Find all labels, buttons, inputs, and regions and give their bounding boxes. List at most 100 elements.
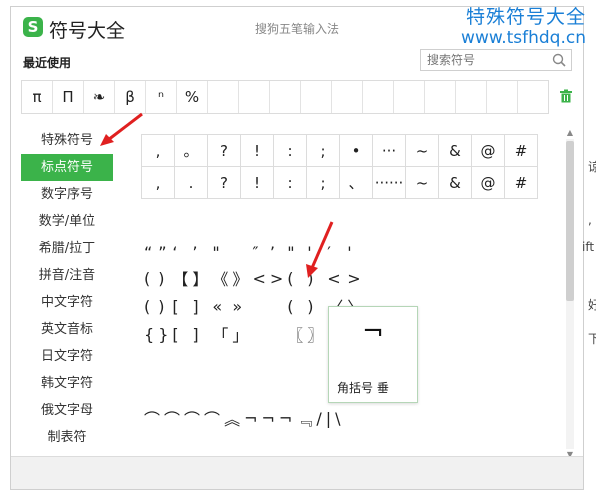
symbol-cell[interactable]: [ bbox=[171, 321, 189, 347]
symbol-cell[interactable]: 、 bbox=[339, 166, 373, 199]
symbol-cell[interactable]: » bbox=[231, 293, 249, 319]
symbol-cell[interactable]: , bbox=[141, 134, 175, 167]
symbol-cell[interactable] bbox=[231, 242, 249, 263]
sidebar-category[interactable]: 韩文字符 bbox=[21, 370, 113, 397]
symbol-cell[interactable]: ( bbox=[143, 293, 155, 319]
symbol-cell[interactable]: > bbox=[346, 265, 364, 291]
symbol-cell[interactable]: < bbox=[251, 265, 266, 291]
sidebar-category[interactable]: 英文音标 bbox=[21, 316, 113, 343]
sidebar-category[interactable]: 日文字符 bbox=[21, 343, 113, 370]
sidebar-category[interactable]: 希腊/拉丁 bbox=[21, 235, 113, 262]
symbol-cell[interactable]: “ bbox=[143, 242, 155, 263]
symbol-cell[interactable]: | bbox=[325, 405, 332, 431]
symbol-cell[interactable]: @ bbox=[471, 134, 505, 167]
recent-empty[interactable] bbox=[425, 81, 456, 113]
symbol-cell[interactable]: 「 bbox=[211, 321, 229, 347]
symbol-cell[interactable]: ~ bbox=[405, 166, 439, 199]
symbol-cell[interactable]: ) bbox=[157, 265, 169, 291]
symbol-cell[interactable]: / bbox=[315, 405, 322, 431]
symbol-cell[interactable]: : bbox=[273, 166, 307, 199]
symbol-cell[interactable]: ' bbox=[346, 242, 364, 263]
symbol-cell[interactable]: , bbox=[141, 166, 175, 199]
symbol-cell[interactable]: ″ bbox=[251, 242, 266, 263]
symbol-cell[interactable]: ; bbox=[306, 166, 340, 199]
symbol-cell[interactable]: ) bbox=[306, 293, 324, 319]
symbol-cell[interactable]: 〖 bbox=[286, 321, 304, 347]
recent-symbol[interactable]: Π bbox=[53, 81, 84, 113]
sidebar-category[interactable]: 俄文字母 bbox=[21, 397, 113, 424]
symbol-cell[interactable]: [ bbox=[171, 293, 189, 319]
symbol-cell[interactable]: ’ bbox=[269, 242, 284, 263]
symbol-cell[interactable]: : bbox=[273, 134, 307, 167]
symbol-cell[interactable]: ‘ bbox=[171, 242, 189, 263]
symbol-cell[interactable]: { bbox=[143, 321, 155, 347]
symbol-cell[interactable]: ! bbox=[240, 134, 274, 167]
symbol-cell[interactable]: ⌒ bbox=[143, 405, 161, 431]
symbol-cell[interactable]: " bbox=[211, 242, 229, 263]
search-input[interactable] bbox=[421, 50, 555, 70]
vertical-scrollbar[interactable]: ▲ ▼ bbox=[564, 129, 576, 459]
symbol-cell[interactable]: ? bbox=[207, 166, 241, 199]
recent-empty[interactable] bbox=[363, 81, 394, 113]
scroll-up-icon[interactable]: ▲ bbox=[565, 129, 575, 137]
symbol-cell[interactable]: ¬ bbox=[260, 405, 275, 431]
recent-empty[interactable] bbox=[487, 81, 518, 113]
symbol-cell[interactable]: > bbox=[269, 265, 284, 291]
sidebar-category[interactable]: 中文字符 bbox=[21, 289, 113, 316]
search-box[interactable] bbox=[420, 49, 572, 71]
symbol-cell[interactable]: 〗 bbox=[306, 321, 324, 347]
symbol-cell[interactable]: ] bbox=[191, 293, 209, 319]
symbol-cell[interactable] bbox=[251, 293, 266, 319]
symbol-cell[interactable]: ( bbox=[286, 293, 304, 319]
sidebar-category[interactable]: 制表符 bbox=[21, 424, 113, 451]
recent-empty[interactable] bbox=[208, 81, 239, 113]
symbol-cell[interactable]: ; bbox=[306, 134, 340, 167]
sidebar-category[interactable]: 数学/单位 bbox=[21, 208, 113, 235]
sidebar-category[interactable]: 标点符号 bbox=[21, 154, 113, 181]
symbol-cell[interactable]: \ bbox=[334, 405, 341, 431]
symbol-cell[interactable]: ’ bbox=[191, 242, 209, 263]
symbol-cell[interactable] bbox=[251, 321, 266, 347]
symbol-cell[interactable]: ⌒ bbox=[203, 405, 221, 431]
symbol-cell[interactable]: 《 bbox=[211, 265, 229, 291]
recent-symbol[interactable]: ❧ bbox=[84, 81, 115, 113]
recent-empty[interactable] bbox=[270, 81, 301, 113]
symbol-cell[interactable]: ······ bbox=[372, 166, 406, 199]
symbol-cell[interactable]: ! bbox=[240, 166, 274, 199]
symbol-cell[interactable]: ) bbox=[157, 293, 169, 319]
symbol-cell[interactable]: } bbox=[157, 321, 169, 347]
recent-symbol[interactable]: % bbox=[177, 81, 208, 113]
recent-symbol[interactable]: ⁿ bbox=[146, 81, 177, 113]
symbol-cell[interactable]: • bbox=[339, 134, 373, 167]
symbol-cell[interactable]: ] bbox=[191, 321, 209, 347]
trash-icon[interactable] bbox=[559, 89, 573, 103]
symbol-cell[interactable]: . bbox=[174, 166, 208, 199]
recent-empty[interactable] bbox=[518, 81, 549, 113]
symbol-cell[interactable]: & bbox=[438, 134, 472, 167]
recent-empty[interactable] bbox=[456, 81, 487, 113]
recent-empty[interactable] bbox=[332, 81, 363, 113]
symbol-cell[interactable]: ⌒ bbox=[183, 405, 201, 431]
symbol-cell[interactable]: ⌒ bbox=[163, 405, 181, 431]
symbol-cell[interactable]: ( bbox=[143, 265, 155, 291]
recent-symbol[interactable]: π bbox=[22, 81, 53, 113]
symbol-cell[interactable] bbox=[269, 321, 284, 347]
recent-empty[interactable] bbox=[301, 81, 332, 113]
scroll-thumb[interactable] bbox=[566, 141, 574, 301]
search-icon[interactable] bbox=[551, 52, 567, 68]
symbol-cell[interactable]: « bbox=[211, 293, 229, 319]
symbol-cell[interactable]: & bbox=[438, 166, 472, 199]
symbol-cell[interactable]: 》 bbox=[231, 265, 249, 291]
symbol-cell[interactable] bbox=[269, 293, 284, 319]
symbol-cell[interactable]: # bbox=[504, 166, 538, 199]
symbol-cell[interactable]: @ bbox=[471, 166, 505, 199]
symbol-cell[interactable]: 【 bbox=[171, 265, 189, 291]
sidebar-category[interactable]: 拼音/注音 bbox=[21, 262, 113, 289]
symbol-cell[interactable]: 】 bbox=[191, 265, 209, 291]
symbol-cell[interactable]: ︽ bbox=[223, 405, 241, 431]
recent-empty[interactable] bbox=[239, 81, 270, 113]
symbol-cell[interactable]: 」 bbox=[231, 321, 249, 347]
symbol-cell[interactable]: ¬ bbox=[278, 405, 293, 431]
symbol-cell[interactable]: ” bbox=[157, 242, 169, 263]
symbol-cell[interactable]: ﹃ bbox=[295, 405, 313, 431]
